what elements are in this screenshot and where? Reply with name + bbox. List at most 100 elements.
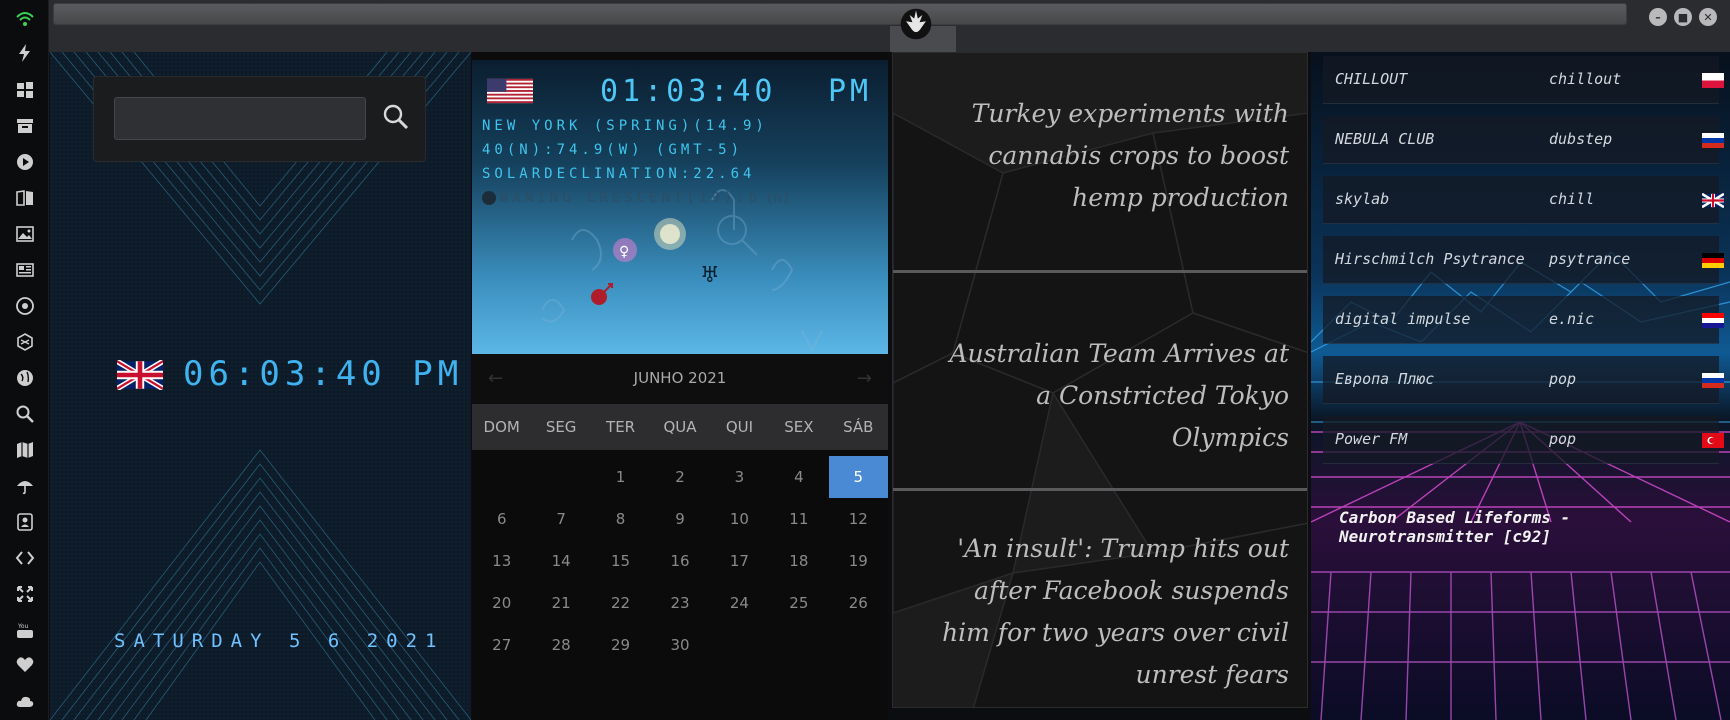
calendar-day[interactable]: 13 (472, 540, 531, 582)
news-icon[interactable] (12, 257, 38, 283)
calendar-day[interactable]: 4 (769, 456, 828, 498)
calendar-next-button[interactable]: → (857, 368, 872, 389)
wifi-icon[interactable] (12, 6, 38, 32)
calendar-day[interactable]: 7 (531, 498, 590, 540)
station-genre: chillout (1549, 70, 1622, 88)
uk-flag-icon (1702, 193, 1724, 208)
weekday-label: QUI (725, 418, 754, 436)
us-flag-icon (487, 78, 533, 104)
weekday-label: DOM (483, 418, 520, 436)
radio-station-row[interactable]: skylab chill (1323, 176, 1724, 224)
calendar-day[interactable]: 19 (829, 540, 888, 582)
news-headline[interactable]: 'An insult': Trump hits out after Facebo… (929, 528, 1289, 696)
book-icon[interactable] (12, 185, 38, 211)
contacts-icon[interactable] (12, 509, 38, 535)
radio-station-row[interactable]: Hirschmilch Psytrance psytrance (1323, 236, 1724, 284)
poland-flag-icon (1702, 73, 1724, 88)
hexagon-icon[interactable] (12, 329, 38, 355)
lightning-icon[interactable] (12, 40, 38, 66)
cloud-icon[interactable] (12, 688, 38, 714)
radio-station-row[interactable]: Европа Плюс pop (1323, 356, 1724, 404)
youtube-icon[interactable]: You (12, 617, 38, 643)
calendar-day[interactable]: 30 (650, 624, 709, 666)
umbrella-icon[interactable] (12, 473, 38, 499)
station-genre: pop (1549, 430, 1577, 448)
calendar-day[interactable]: 2 (650, 456, 709, 498)
calendar-day[interactable]: 29 (591, 624, 650, 666)
calendar-day[interactable]: 8 (591, 498, 650, 540)
calendar-day[interactable]: 27 (472, 624, 531, 666)
calendar-empty-cell (472, 456, 531, 498)
station-genre: psytrance (1549, 250, 1631, 268)
station-name: Power FM (1335, 430, 1408, 448)
remote-clock-ampm: PM (828, 74, 873, 109)
news-headline[interactable]: Australian Team Arrives at a Constricted… (929, 333, 1289, 459)
calendar-day[interactable]: 10 (710, 498, 769, 540)
search-icon[interactable] (12, 401, 38, 427)
calendar-day-grid: 1 2 3 4 5 6 7 8 9 10 11 12 13 14 15 16 17 18 19 20 21 22 23 24 2… (472, 456, 888, 666)
maximize-button[interactable]: ■ (1674, 8, 1692, 26)
calendar-day[interactable]: 17 (710, 540, 769, 582)
radio-station-row[interactable]: Power FM pop (1323, 416, 1724, 464)
calendar-day[interactable]: 15 (591, 540, 650, 582)
station-name: CHILLOUT (1335, 70, 1408, 88)
calendar-day[interactable]: 21 (531, 582, 590, 624)
calendar-day[interactable]: 11 (769, 498, 828, 540)
windows-icon[interactable] (12, 77, 38, 103)
calendar-day[interactable]: 1 (591, 456, 650, 498)
calendar-day[interactable]: 22 (591, 582, 650, 624)
code-icon[interactable] (12, 545, 38, 571)
calendar-day[interactable]: 14 (531, 540, 590, 582)
search-input[interactable] (114, 97, 366, 140)
calendar-day[interactable]: 24 (710, 582, 769, 624)
calendar-month-title: JUNHO 2021 (633, 369, 727, 387)
map-icon[interactable] (12, 437, 38, 463)
calendar-day[interactable]: 18 (769, 540, 828, 582)
close-button[interactable]: ✕ (1699, 8, 1717, 26)
radio-station-row[interactable]: digital impulse e.nic (1323, 296, 1724, 344)
news-headline[interactable]: Turkey experiments with cannabis crops t… (929, 93, 1289, 219)
heart-icon[interactable] (12, 652, 38, 678)
moon-phase-text: WANING CRESCENT(19):6 (500, 190, 762, 206)
play-icon[interactable] (12, 149, 38, 175)
search-icon[interactable] (376, 97, 416, 137)
calendar-day[interactable]: 25 (769, 582, 828, 624)
calendar-day[interactable]: 28 (531, 624, 590, 666)
croatia-flag-icon (1702, 313, 1724, 328)
fullscreen-icon[interactable] (12, 581, 38, 607)
station-name: skylab (1335, 190, 1390, 208)
app-logo-tab[interactable] (840, 0, 957, 52)
minimize-button[interactable]: – (1649, 8, 1667, 26)
svg-text:You: You (17, 623, 29, 630)
search-box (93, 76, 426, 162)
calendar-panel: ♀ ♅ 01:03:40 PM NEW YORK (SPRING)(14.9) … (472, 52, 888, 720)
calendar-day[interactable]: 5 (828, 456, 888, 498)
weekday-label: QUA (663, 418, 697, 436)
calendar-day[interactable]: 23 (650, 582, 709, 624)
news-divider (893, 488, 1307, 491)
globe-icon[interactable] (12, 365, 38, 391)
news-divider (893, 270, 1307, 273)
calendar-day[interactable]: 20 (472, 582, 531, 624)
settings-icon[interactable] (12, 293, 38, 319)
calendar-day[interactable]: 16 (650, 540, 709, 582)
calendar-day[interactable]: 26 (829, 582, 888, 624)
station-name: NEBULA CLUB (1335, 130, 1435, 148)
calendar-day[interactable]: 9 (650, 498, 709, 540)
local-clock-date: SATURDAY 5 6 2021 (114, 630, 445, 652)
radio-station-row[interactable]: NEBULA CLUB dubstep (1323, 116, 1724, 164)
station-genre: e.nic (1549, 310, 1595, 328)
weekday-label: SEG (545, 418, 577, 436)
calendar-day[interactable]: 12 (829, 498, 888, 540)
calendar-day[interactable]: 6 (472, 498, 531, 540)
image-icon[interactable] (12, 221, 38, 247)
archive-icon[interactable] (12, 113, 38, 139)
calendar-day[interactable]: 3 (710, 456, 769, 498)
title-bar: – ■ ✕ (49, 0, 1730, 52)
russia-flag-icon (1702, 373, 1724, 388)
svg-text:♀: ♀ (619, 244, 629, 260)
radio-station-row[interactable]: CHILLOUT chillout (1323, 56, 1724, 104)
moon-phase-line: WANING CRESCENT(19):6 (n) (482, 190, 790, 206)
rebel-alliance-icon (900, 8, 932, 40)
turkey-flag-icon (1702, 433, 1724, 448)
